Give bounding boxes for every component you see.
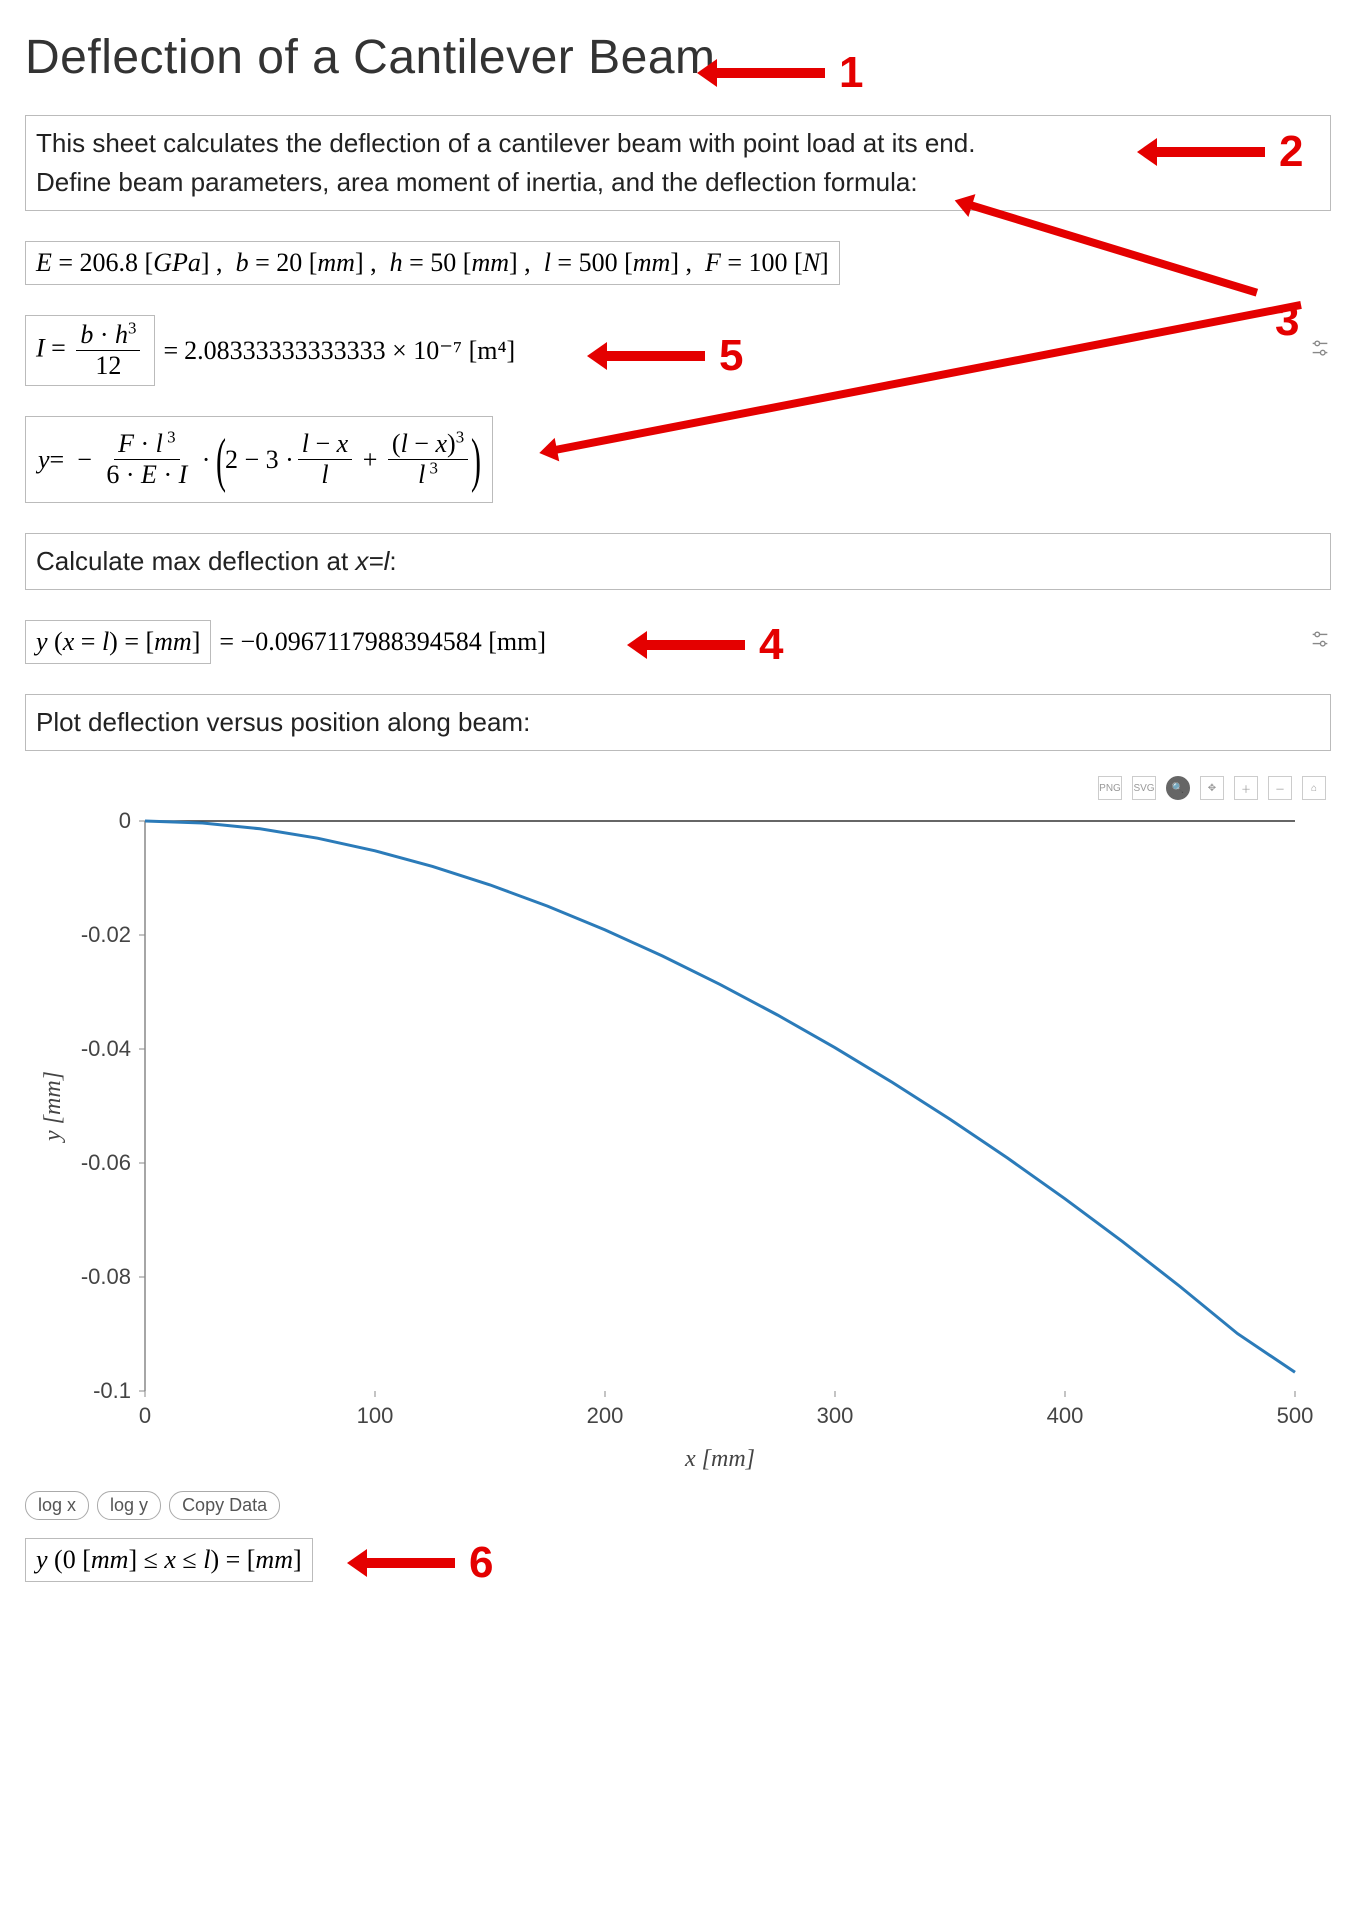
svg-text:500: 500 xyxy=(1277,1403,1314,1428)
deflection-formula-cell[interactable]: y = − F · l 36 · E · I · ( 2 − 3 · l − x… xyxy=(25,416,493,503)
svg-text:0: 0 xyxy=(119,808,131,833)
max-deflection-result: = −0.0967117988394584 [mm] xyxy=(219,627,546,657)
log-x-button[interactable]: log x xyxy=(25,1491,89,1520)
calc-max-text-cell[interactable]: Calculate max deflection at x=l: xyxy=(25,533,1331,590)
intro-line-1: This sheet calculates the deflection of … xyxy=(36,128,975,158)
chart-toolbar: PNG SVG 🔍 ✥ ＋ － ⌂ xyxy=(1098,776,1326,800)
plot-text-cell[interactable]: Plot deflection versus position along be… xyxy=(25,694,1331,751)
svg-text:100: 100 xyxy=(357,1403,394,1428)
plot-command-formula: y (0 [mm] ≤ x ≤ l) = [mm] xyxy=(36,1545,302,1575)
deflection-chart[interactable]: 0 -0.02 -0.04 -0.06 -0.08 -0.1 0 100 200 300 400 50… xyxy=(25,781,1325,1481)
inertia-formula-cell[interactable]: I = b · h312 xyxy=(25,315,155,386)
svg-text:-0.08: -0.08 xyxy=(81,1264,131,1289)
svg-text:400: 400 xyxy=(1047,1403,1084,1428)
deflection-formula: y = − F · l 36 · E · I · ( 2 − 3 · l − x… xyxy=(38,431,480,488)
zoom-out-icon[interactable]: － xyxy=(1268,776,1292,800)
intro-text-cell[interactable]: This sheet calculates the deflection of … xyxy=(25,115,1331,211)
svg-text:0: 0 xyxy=(139,1403,151,1428)
parameters-formula: E = 206.8 [GPa] , b = 20 [mm] , h = 50 [… xyxy=(36,248,829,278)
chart-container: PNG SVG 🔍 ✥ ＋ － ⌂ 0-0.02-0.04-0.06-0.08-… xyxy=(25,781,1331,1481)
plot-text: Plot deflection versus position along be… xyxy=(36,707,530,737)
svg-text:200: 200 xyxy=(587,1403,624,1428)
svg-text:y [mm]: y [mm] xyxy=(40,1071,66,1143)
tune-icon[interactable] xyxy=(1309,337,1331,365)
calc-max-text: Calculate max deflection at x=l: xyxy=(36,546,397,576)
export-svg-button[interactable]: SVG xyxy=(1132,776,1156,800)
zoom-icon[interactable]: 🔍 xyxy=(1166,776,1190,800)
inertia-result: = 2.08333333333333 × 10⁻⁷ [m⁴] xyxy=(163,336,515,366)
log-y-button[interactable]: log y xyxy=(97,1491,161,1520)
svg-text:-0.04: -0.04 xyxy=(81,1036,131,1061)
plot-command-cell[interactable]: y (0 [mm] ≤ x ≤ l) = [mm] xyxy=(25,1538,313,1582)
tune-icon[interactable] xyxy=(1309,628,1331,656)
home-icon[interactable]: ⌂ xyxy=(1302,776,1326,800)
copy-data-button[interactable]: Copy Data xyxy=(169,1491,280,1520)
svg-text:-0.1: -0.1 xyxy=(93,1378,131,1403)
svg-text:-0.06: -0.06 xyxy=(81,1150,131,1175)
inertia-formula: I = b · h312 xyxy=(36,322,144,379)
max-deflection-cell[interactable]: y (x = l) = [mm] xyxy=(25,620,211,664)
max-deflection-formula: y (x = l) = [mm] xyxy=(36,627,200,657)
intro-line-2: Define beam parameters, area moment of i… xyxy=(36,167,918,197)
zoom-in-icon[interactable]: ＋ xyxy=(1234,776,1258,800)
svg-text:x [mm]: x [mm] xyxy=(684,1446,755,1472)
parameters-cell[interactable]: E = 206.8 [GPa] , b = 20 [mm] , h = 50 [… xyxy=(25,241,840,285)
export-png-button[interactable]: PNG xyxy=(1098,776,1122,800)
pan-icon[interactable]: ✥ xyxy=(1200,776,1224,800)
page-title: Deflection of a Cantilever Beam xyxy=(25,30,1331,85)
svg-text:-0.02: -0.02 xyxy=(81,922,131,947)
svg-text:300: 300 xyxy=(817,1403,854,1428)
